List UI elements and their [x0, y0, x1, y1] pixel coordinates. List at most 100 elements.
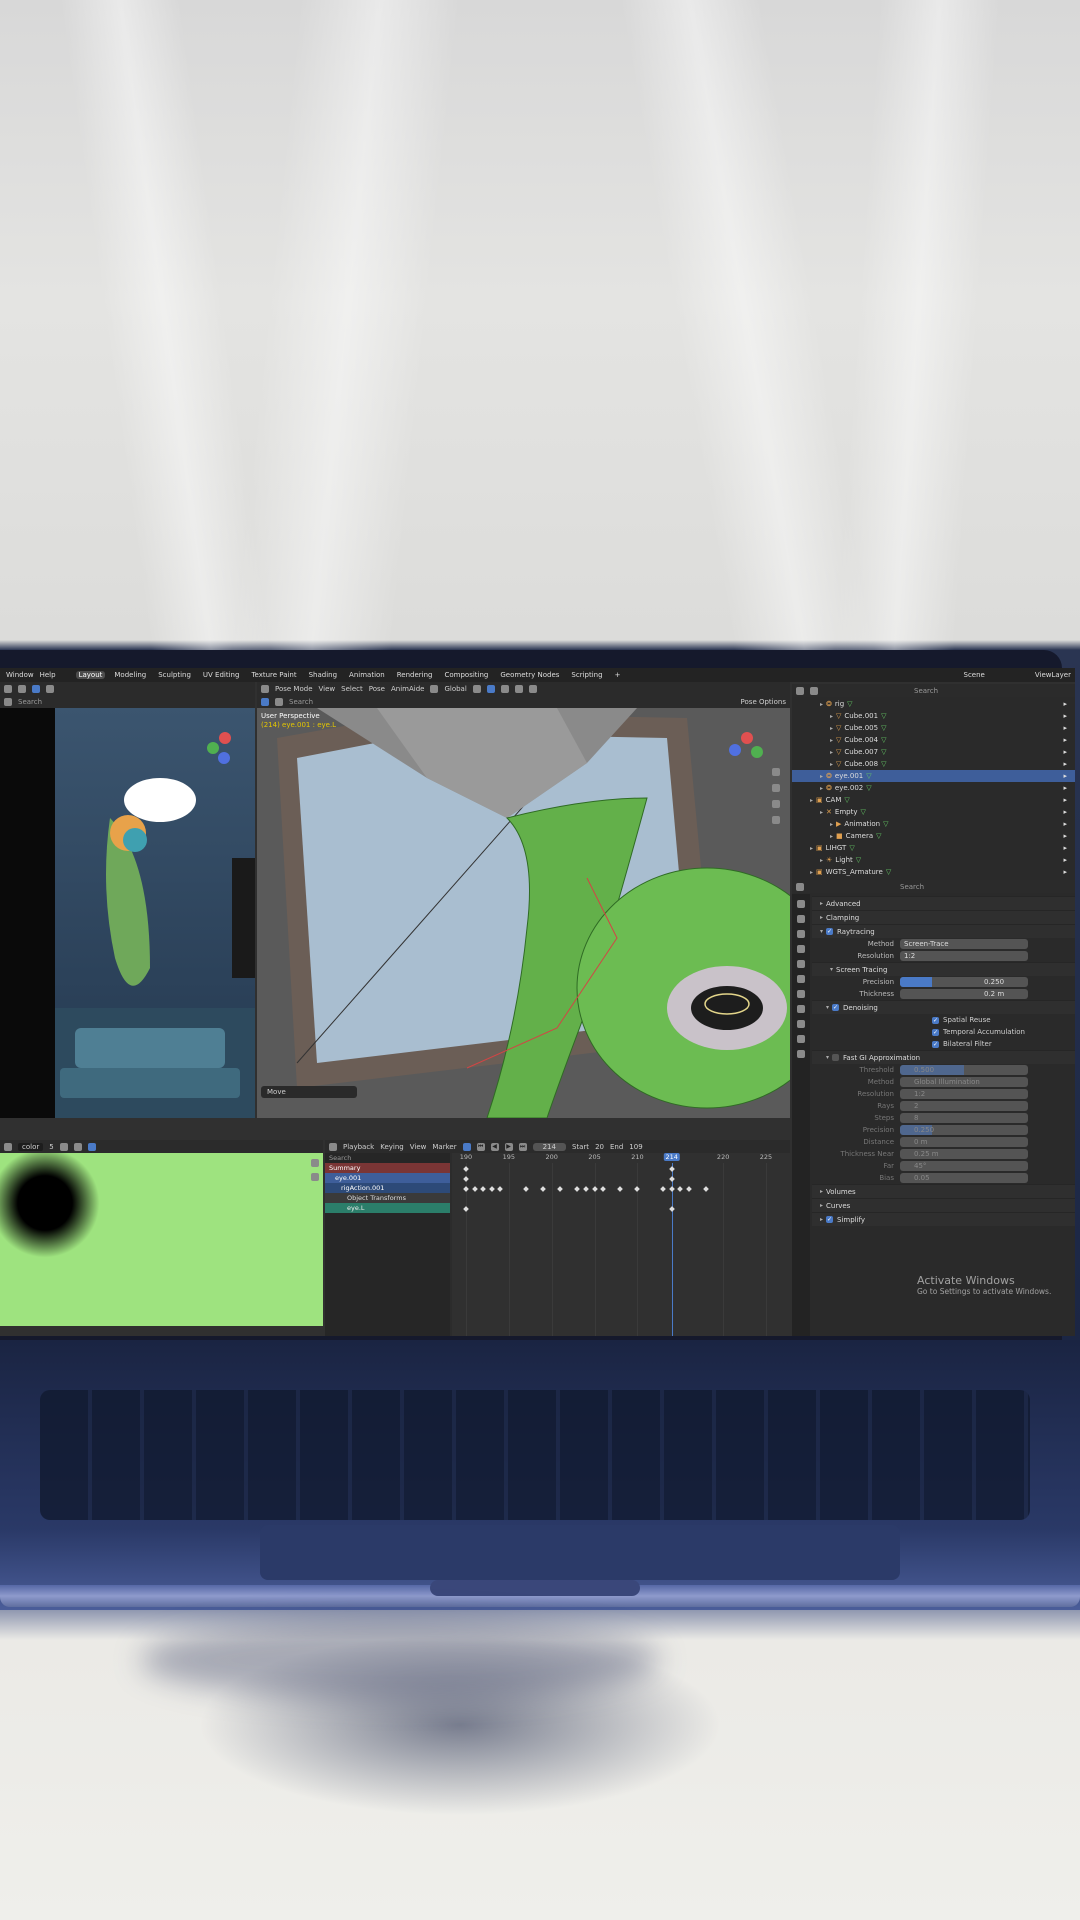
image-canvas[interactable] — [0, 1153, 323, 1326]
keyframe[interactable] — [686, 1186, 692, 1192]
curves-section[interactable]: ▸ Curves — [812, 1198, 1075, 1212]
data-tab-icon[interactable] — [797, 1050, 805, 1058]
expand-icon[interactable]: ▸ — [830, 821, 833, 828]
thickness-field[interactable]: 0.2 m — [900, 989, 1028, 999]
keyframe[interactable] — [463, 1206, 469, 1212]
mode-selector[interactable]: Pose Mode — [275, 685, 313, 693]
keyframe[interactable] — [660, 1186, 666, 1192]
keyframe[interactable] — [557, 1186, 564, 1192]
menu-animaide[interactable]: AnimAide — [391, 685, 424, 693]
keyframe[interactable] — [668, 1166, 675, 1172]
overlay-icon[interactable] — [500, 684, 509, 693]
grid-toggle-icon[interactable] — [772, 816, 780, 824]
outliner-row[interactable]: ▸ ❂ rig ▽ ▸ — [792, 698, 1075, 710]
new-image-icon[interactable] — [59, 1142, 68, 1151]
channel-search-input[interactable]: Search — [325, 1153, 450, 1163]
menu-pose[interactable]: Pose — [369, 685, 385, 693]
zoom-icon[interactable] — [311, 1159, 319, 1167]
gi-row-field[interactable]: 0.25 m — [900, 1149, 1028, 1159]
temporal-accumulation-checkbox[interactable]: ✓ — [932, 1028, 939, 1036]
outliner-search-input[interactable]: Search — [914, 687, 938, 695]
keyframe[interactable] — [668, 1176, 675, 1182]
channel-bone[interactable]: eye.L — [325, 1203, 450, 1213]
keyframe[interactable] — [480, 1186, 486, 1192]
expand-icon[interactable]: ▸ — [820, 701, 823, 708]
expand-icon[interactable]: ▸ — [830, 761, 833, 768]
keyframe[interactable] — [583, 1186, 589, 1192]
object-tab-icon[interactable] — [797, 990, 805, 998]
select-arrow-icon[interactable]: ▸ — [1063, 796, 1067, 804]
keyframe[interactable] — [497, 1186, 504, 1192]
editor-type-icon[interactable] — [261, 684, 269, 693]
tab-geometry-nodes[interactable]: Geometry Nodes — [497, 671, 562, 679]
expand-icon[interactable]: ▸ — [830, 749, 833, 756]
select-arrow-icon[interactable]: ▸ — [1063, 844, 1067, 852]
tab-layout[interactable]: Layout — [75, 671, 106, 679]
keyframe-area[interactable]: 190 195 200 205 210 214 220 225 — [452, 1153, 790, 1336]
keyframe[interactable] — [703, 1186, 709, 1192]
outliner-row[interactable]: ▸ ▶ Animation ▽ ▸ — [792, 818, 1075, 830]
camera-view[interactable] — [0, 708, 255, 1118]
denoising-section[interactable]: ▾ ✓ Denoising — [812, 1000, 1075, 1014]
outliner-row[interactable]: ▸ ▽ Cube.004 ▽ ▸ — [792, 734, 1075, 746]
tab-shading[interactable]: Shading — [306, 671, 340, 679]
object-mode-icon[interactable] — [18, 684, 26, 693]
tab-scripting[interactable]: Scripting — [568, 671, 605, 679]
expand-icon[interactable]: ▸ — [830, 713, 833, 720]
constraint-tab-icon[interactable] — [797, 1035, 805, 1043]
keyframe[interactable] — [574, 1186, 581, 1192]
zoom-icon[interactable] — [772, 768, 780, 776]
editor-type-icon[interactable] — [796, 882, 804, 891]
keyframe[interactable] — [600, 1186, 606, 1192]
outliner-row[interactable]: ▸ ■ Camera ▽ ▸ — [792, 830, 1075, 842]
channel-action[interactable]: rigAction.001 — [325, 1183, 450, 1193]
keyframe[interactable] — [523, 1186, 529, 1192]
tab-uv-editing[interactable]: UV Editing — [200, 671, 243, 679]
select-arrow-icon[interactable]: ▸ — [1063, 832, 1067, 840]
output-tab-icon[interactable] — [797, 930, 805, 938]
gi-row-field[interactable]: 45° — [900, 1161, 1028, 1171]
3d-viewport[interactable]: User Perspective (214) eye.001 : eye.L M… — [257, 708, 790, 1118]
menu-playback[interactable]: Playback — [343, 1143, 374, 1151]
expand-icon[interactable]: ▸ — [820, 785, 823, 792]
gi-row-field[interactable]: 0.500 — [900, 1065, 1028, 1075]
play-icon[interactable]: ▶ — [504, 1142, 513, 1151]
gi-row-field[interactable]: 0.250 — [900, 1125, 1028, 1135]
add-workspace-button[interactable]: + — [612, 671, 624, 679]
denoising-checkbox[interactable]: ✓ — [832, 1004, 840, 1011]
select-arrow-icon[interactable]: ▸ — [1063, 868, 1067, 876]
editor-type-icon[interactable] — [4, 1142, 12, 1151]
screen-tracing-section[interactable]: ▾ Screen Tracing — [812, 962, 1075, 976]
scene-selector[interactable]: Scene — [964, 671, 985, 679]
select-box-icon[interactable] — [261, 697, 269, 706]
tab-animation[interactable]: Animation — [346, 671, 388, 679]
select-arrow-icon[interactable]: ▸ — [1063, 736, 1067, 744]
expand-icon[interactable]: ▸ — [830, 737, 833, 744]
expand-icon[interactable]: ▸ — [810, 797, 813, 804]
expand-icon[interactable]: ▸ — [810, 869, 813, 876]
keyframe[interactable] — [634, 1186, 641, 1192]
tool-tab-icon[interactable] — [797, 900, 805, 908]
outliner-row[interactable]: ▸ ▽ Cube.005 ▽ ▸ — [792, 722, 1075, 734]
current-frame-field[interactable]: 214 — [532, 1142, 566, 1151]
keyframe[interactable] — [463, 1166, 469, 1172]
keyframe[interactable] — [617, 1186, 624, 1192]
properties-search-input[interactable]: Search — [900, 883, 924, 891]
shading-solid-icon[interactable] — [46, 684, 54, 693]
select-arrow-icon[interactable]: ▸ — [1063, 712, 1067, 720]
editor-type-icon[interactable] — [4, 684, 12, 693]
start-frame-field[interactable]: 20 — [595, 1143, 604, 1151]
play-reverse-icon[interactable]: ◀ — [490, 1142, 499, 1151]
physics-tab-icon[interactable] — [797, 1020, 805, 1028]
keyframe[interactable] — [677, 1186, 684, 1192]
expand-icon[interactable]: ▸ — [820, 809, 823, 816]
pose-options-button[interactable]: Pose Options — [741, 698, 786, 706]
left-search-input[interactable]: Search — [18, 698, 42, 706]
last-operator-panel[interactable]: Move — [261, 1086, 357, 1098]
menu-keying[interactable]: Keying — [380, 1143, 404, 1151]
outliner-row[interactable]: ▸ ▣ LIHGT ▽ ▸ — [792, 842, 1075, 854]
advanced-section[interactable]: ▸ Advanced — [812, 896, 1075, 910]
close-icon[interactable] — [73, 1142, 82, 1151]
outliner-row[interactable]: ▸ ✕ Empty ▽ ▸ — [792, 806, 1075, 818]
tab-rendering[interactable]: Rendering — [394, 671, 436, 679]
